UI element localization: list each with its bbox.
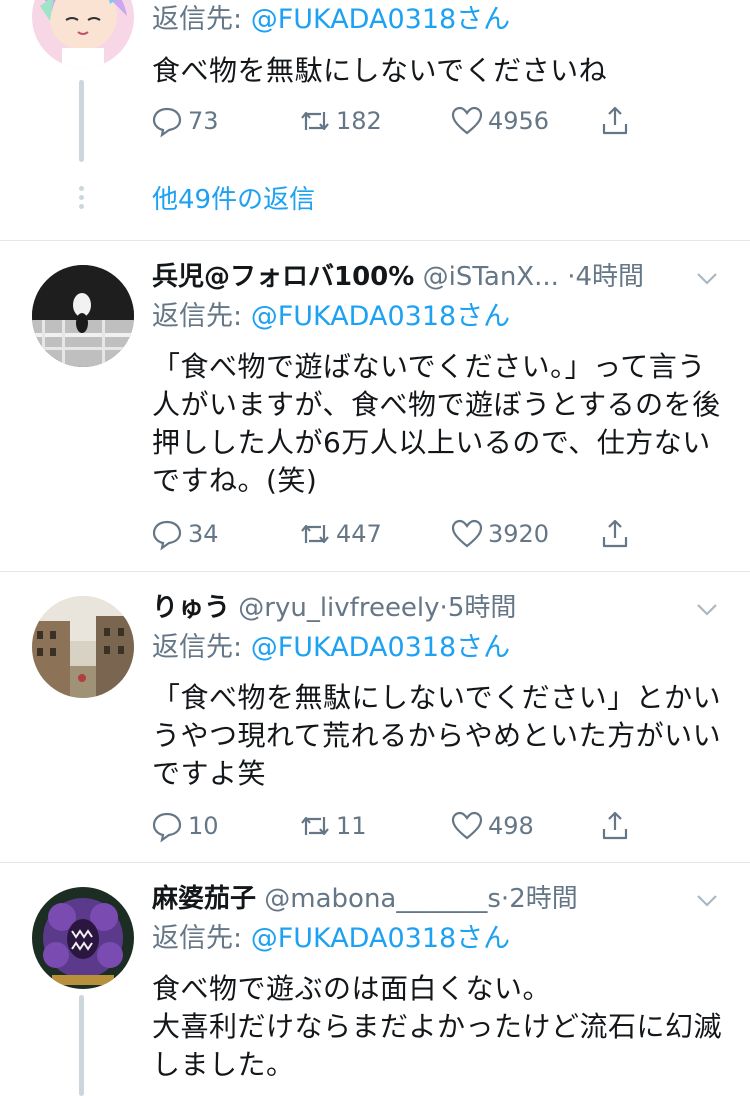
tweet-text: 「食べ物で遊ばないでください。」って言う 人がいますが、食べ物で遊ぼうとするのを… bbox=[152, 350, 721, 497]
separator-dot: · bbox=[439, 593, 448, 623]
tweet-header: 兵児@フォロバ100% @iSTanX... ·4時間 bbox=[152, 257, 700, 297]
reply-mention-link[interactable]: @FUKADA0318さん bbox=[251, 4, 511, 35]
retweet-icon bbox=[301, 111, 329, 131]
share-icon bbox=[602, 811, 628, 840]
action-bar: 73 182 4956 bbox=[150, 101, 650, 141]
retweet-button[interactable]: 11 bbox=[298, 806, 367, 846]
reply-to-label: 返信先: bbox=[152, 301, 251, 332]
timestamp[interactable]: 5時間 bbox=[448, 593, 517, 623]
action-bar: 10 11 498 bbox=[150, 806, 650, 846]
chevron-down-icon[interactable] bbox=[694, 265, 720, 291]
like-icon bbox=[451, 811, 483, 840]
timestamp[interactable]: 2時間 bbox=[509, 884, 578, 914]
tweet-text: 「食べ物を無駄にしないでください」とかい うやつ現れて荒れるからやめといた方がい… bbox=[152, 681, 722, 790]
retweet-count: 182 bbox=[336, 107, 382, 135]
reply-count: 34 bbox=[188, 520, 219, 548]
reply-to: 返信先: @FUKADA0318さん bbox=[152, 628, 510, 668]
tweet-4[interactable]: 麻婆茄子 @mabona_______s·2時間 返信先: @FUKADA031… bbox=[0, 863, 750, 1096]
display-name[interactable]: りゅう bbox=[152, 593, 230, 623]
share-button[interactable] bbox=[598, 101, 636, 141]
avatar[interactable] bbox=[32, 0, 134, 68]
tweet-text: 食べ物を無駄にしないでくださいね bbox=[152, 54, 608, 87]
user-handle[interactable]: @ryu_livfreeely bbox=[238, 593, 439, 623]
tweet-text: 食べ物で遊ぶのは面白くない。 大喜利だけならまだよかったけど流石に幻滅 しました… bbox=[152, 972, 723, 1081]
retweet-count: 11 bbox=[336, 812, 367, 840]
like-icon bbox=[451, 106, 483, 135]
chevron-down-icon[interactable] bbox=[694, 887, 720, 913]
like-button[interactable]: 3920 bbox=[450, 514, 549, 554]
retweet-count: 447 bbox=[336, 520, 382, 548]
like-count: 4956 bbox=[488, 107, 550, 135]
reply-to-label: 返信先: bbox=[152, 4, 251, 35]
reply-to-label: 返信先: bbox=[152, 632, 251, 663]
action-bar: 34 447 3920 bbox=[150, 514, 650, 554]
thread-line bbox=[79, 80, 84, 162]
chevron-down-icon[interactable] bbox=[694, 596, 720, 622]
thread-line bbox=[79, 995, 84, 1096]
like-button[interactable]: 498 bbox=[450, 806, 534, 846]
reply-to-label: 返信先: bbox=[152, 923, 251, 954]
more-replies-dots bbox=[78, 186, 86, 212]
reply-mention-link[interactable]: @FUKADA0318さん bbox=[251, 923, 511, 954]
reply-button[interactable]: 73 bbox=[150, 101, 219, 141]
more-replies-link[interactable]: 他49件の返信 bbox=[152, 180, 315, 220]
reply-mention-link[interactable]: @FUKADA0318さん bbox=[251, 301, 511, 332]
tweet-header: 麻婆茄子 @mabona_______s·2時間 bbox=[152, 879, 700, 919]
avatar[interactable] bbox=[32, 887, 134, 989]
tweet-3[interactable]: りゅう @ryu_livfreeely·5時間 返信先: @FUKADA0318… bbox=[0, 572, 750, 862]
tweet-1[interactable]: 返信先: @FUKADA0318さん 食べ物を無駄にしないでくださいね 73 1… bbox=[0, 0, 750, 240]
reply-button[interactable]: 10 bbox=[150, 806, 219, 846]
reply-count: 73 bbox=[188, 107, 219, 135]
reply-icon bbox=[152, 520, 182, 551]
retweet-icon bbox=[301, 816, 329, 836]
share-icon bbox=[602, 106, 628, 135]
reply-to: 返信先: @FUKADA0318さん bbox=[152, 297, 510, 337]
reply-to: 返信先: @FUKADA0318さん bbox=[152, 919, 510, 959]
retweet-button[interactable]: 182 bbox=[298, 101, 382, 141]
share-icon bbox=[602, 519, 628, 548]
share-button[interactable] bbox=[598, 514, 636, 554]
reply-mention-link[interactable]: @FUKADA0318さん bbox=[251, 632, 511, 663]
share-button[interactable] bbox=[598, 806, 636, 846]
reply-icon bbox=[152, 107, 182, 138]
timestamp[interactable]: 4時間 bbox=[575, 262, 644, 292]
avatar[interactable] bbox=[32, 596, 134, 698]
like-button[interactable]: 4956 bbox=[450, 101, 549, 141]
like-count: 3920 bbox=[488, 520, 550, 548]
display-name[interactable]: 兵児@フォロバ100% bbox=[152, 262, 414, 292]
tweet-2[interactable]: 兵児@フォロバ100% @iSTanX... ·4時間 返信先: @FUKADA… bbox=[0, 241, 750, 571]
display-name[interactable]: 麻婆茄子 bbox=[152, 884, 256, 914]
user-handle[interactable]: @mabona_______s bbox=[264, 884, 501, 914]
tweet-header: りゅう @ryu_livfreeely·5時間 bbox=[152, 588, 700, 628]
like-count: 498 bbox=[488, 812, 534, 840]
retweet-icon bbox=[301, 524, 329, 544]
reply-icon bbox=[152, 812, 182, 843]
retweet-button[interactable]: 447 bbox=[298, 514, 382, 554]
reply-to: 返信先: @FUKADA0318さん bbox=[152, 0, 510, 40]
avatar[interactable] bbox=[32, 265, 134, 367]
user-handle[interactable]: @iSTanX... bbox=[423, 262, 559, 292]
like-icon bbox=[451, 519, 483, 548]
separator-dot: · bbox=[500, 884, 510, 914]
reply-button[interactable]: 34 bbox=[150, 514, 219, 554]
reply-count: 10 bbox=[188, 812, 219, 840]
